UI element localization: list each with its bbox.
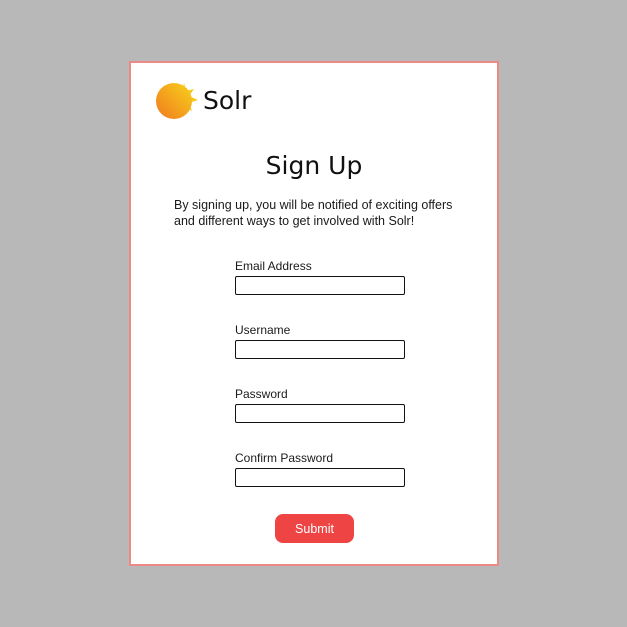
- submit-button[interactable]: Submit: [275, 514, 354, 543]
- email-field-group: Email Address: [235, 259, 405, 323]
- password-field-group: Password: [235, 387, 405, 451]
- password-label: Password: [235, 387, 288, 401]
- confirm-password-field-group: Confirm Password: [235, 451, 405, 515]
- page-title: Sign Up: [265, 151, 363, 180]
- intro-text: By signing up, you will be notified of e…: [174, 198, 453, 228]
- username-field-group: Username: [235, 323, 405, 387]
- brand-name: Solr: [203, 85, 252, 115]
- email-label: Email Address: [235, 259, 312, 273]
- password-field[interactable]: [235, 404, 405, 423]
- brand: Solr: [154, 79, 251, 121]
- username-field[interactable]: [235, 340, 405, 359]
- confirm-password-label: Confirm Password: [235, 451, 334, 465]
- username-label: Username: [235, 323, 291, 337]
- signup-form: Email Address Username Password Confirm …: [235, 259, 405, 515]
- signup-card: Solr Sign Up By signing up, you will be …: [129, 61, 499, 566]
- email-field[interactable]: [235, 276, 405, 295]
- confirm-password-field[interactable]: [235, 468, 405, 487]
- sun-icon: [156, 83, 198, 119]
